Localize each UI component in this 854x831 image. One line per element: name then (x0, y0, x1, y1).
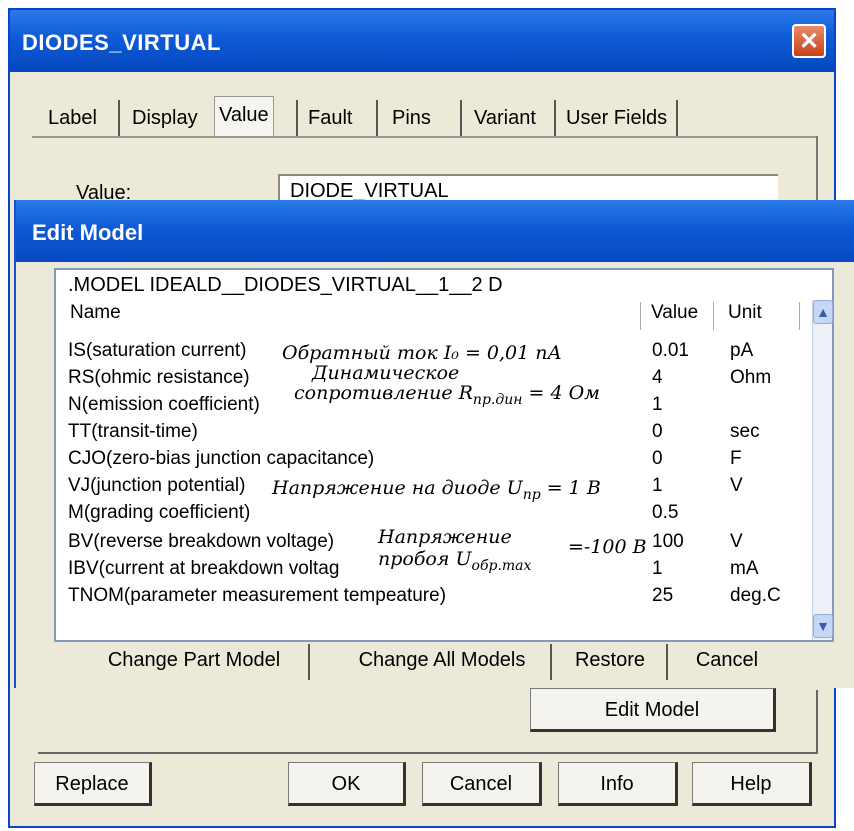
param-value[interactable]: 25 (652, 585, 673, 607)
column-header-value[interactable]: Value (640, 302, 714, 330)
vertical-scrollbar[interactable]: ▲ ▼ (812, 300, 833, 640)
param-value[interactable]: 1 (652, 558, 663, 580)
annotation-breakdown-voltage-value: =-100 В (568, 536, 647, 558)
table-row[interactable]: TNOM(parameter measurement tempeature) 2… (56, 585, 812, 612)
param-unit: V (730, 531, 743, 552)
model-definition-line: .MODEL IDEALD__DIODES_VIRTUAL__1__2 D (68, 274, 503, 296)
tab-divider (460, 100, 462, 136)
param-name: TNOM(parameter measurement tempeature) (68, 585, 447, 606)
window-titlebar[interactable]: DIODES_VIRTUAL ✕ (10, 10, 834, 72)
change-part-model-button[interactable]: Change Part Model (86, 642, 302, 680)
change-all-models-button[interactable]: Change All Models (336, 642, 548, 680)
tab-divider (296, 100, 298, 136)
param-value[interactable]: 100 (652, 531, 684, 553)
tab-pins[interactable]: Pins (388, 102, 435, 134)
annotation-dynamic-resistance-1: Динамическое (312, 362, 460, 384)
column-header-unit[interactable]: Unit (720, 302, 800, 330)
param-unit: Ohm (730, 367, 772, 388)
param-name: RS(ohmic resistance) (68, 367, 250, 388)
tab-divider (118, 100, 120, 136)
param-unit: F (730, 448, 742, 469)
table-row[interactable]: M(grading coefficient) 0.5 (56, 502, 812, 529)
annotation-saturation-current: Обратный ток I₀ = 0,01 пА (282, 342, 562, 364)
group-frame (38, 752, 816, 754)
param-unit: pA (730, 340, 754, 361)
param-value[interactable]: 0.01 (652, 340, 689, 362)
param-name: N(emission coefficient) (68, 394, 260, 415)
param-value[interactable]: 0 (652, 448, 663, 470)
param-unit: deg.C (730, 585, 781, 606)
annotation-breakdown-voltage-2: пробоя Uобр.max (378, 548, 532, 574)
window-title: DIODES_VIRTUAL (22, 30, 221, 55)
edit-model-button[interactable]: Edit Model (530, 688, 776, 732)
info-button[interactable]: Info (558, 762, 678, 806)
button-divider (550, 644, 552, 680)
ok-button[interactable]: OK (288, 762, 406, 806)
param-value[interactable]: 0 (652, 421, 663, 443)
param-unit: mA (730, 558, 759, 579)
cancel-button[interactable]: Cancel (422, 762, 542, 806)
restore-button[interactable]: Restore (558, 642, 662, 680)
scroll-down-icon[interactable]: ▼ (813, 614, 833, 638)
param-name: M(grading coefficient) (68, 502, 251, 523)
param-name: TT(transit-time) (68, 421, 198, 442)
help-button[interactable]: Help (692, 762, 812, 806)
annotation-forward-voltage: Напряжение на диоде Uпр = 1 В (272, 477, 601, 503)
edit-model-cancel-button[interactable]: Cancel (672, 642, 782, 680)
group-frame (816, 690, 818, 754)
table-row[interactable]: CJO(zero-bias junction capacitance) 0 F (56, 448, 812, 475)
replace-button[interactable]: Replace (34, 762, 152, 806)
annotation-breakdown-voltage-1: Напряжение (378, 526, 512, 548)
param-value[interactable]: 1 (652, 475, 663, 497)
close-icon[interactable]: ✕ (792, 24, 826, 58)
tab-label[interactable]: Label (44, 102, 101, 134)
param-name: IBV(current at breakdown voltag (68, 558, 340, 579)
tab-fault[interactable]: Fault (304, 102, 356, 134)
button-divider (308, 644, 310, 680)
param-name: BV(reverse breakdown voltage) (68, 531, 335, 552)
tab-variant[interactable]: Variant (470, 102, 540, 134)
grid-header: Name Value Unit (56, 300, 812, 330)
param-unit: V (730, 475, 743, 496)
param-value[interactable]: 4 (652, 367, 663, 389)
edit-model-dialog: Edit Model .MODEL IDEALD__DIODES_VIRTUAL… (14, 200, 854, 688)
param-name: IS(saturation current) (68, 340, 247, 361)
model-parameter-grid: .MODEL IDEALD__DIODES_VIRTUAL__1__2 D Na… (54, 268, 834, 642)
tab-user-fields[interactable]: User Fields (562, 102, 671, 134)
tab-panel-border (816, 136, 818, 206)
edit-model-titlebar[interactable]: Edit Model (16, 200, 854, 262)
table-row[interactable]: TT(transit-time) 0 sec (56, 421, 812, 448)
tab-panel-border (32, 136, 818, 138)
button-divider (666, 644, 668, 680)
param-value[interactable]: 1 (652, 394, 663, 416)
param-value[interactable]: 0.5 (652, 502, 678, 524)
tab-divider (554, 100, 556, 136)
param-name: CJO(zero-bias junction capacitance) (68, 448, 375, 469)
tab-divider (676, 100, 678, 136)
scroll-up-icon[interactable]: ▲ (813, 300, 833, 324)
annotation-dynamic-resistance-2: сопротивление Rпр.дин = 4 Ом (294, 382, 600, 408)
param-unit: sec (730, 421, 760, 442)
param-name: VJ(junction potential) (68, 475, 246, 496)
tab-divider (376, 100, 378, 136)
tab-value[interactable]: Value (214, 96, 274, 136)
edit-model-title: Edit Model (32, 220, 144, 245)
tab-display[interactable]: Display (128, 102, 202, 134)
column-header-name[interactable]: Name (70, 302, 121, 324)
